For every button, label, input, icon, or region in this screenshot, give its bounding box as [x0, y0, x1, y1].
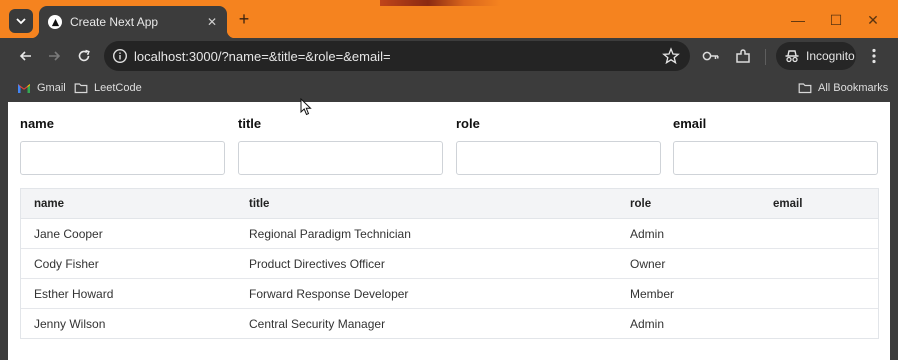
cell-role: Admin	[630, 317, 665, 331]
filter-email: email	[673, 116, 878, 175]
bookmark-label: Gmail	[37, 82, 66, 94]
new-tab-button[interactable]: +	[234, 9, 254, 29]
cell-name: Jenny Wilson	[34, 317, 106, 331]
cell-name: Esther Howard	[34, 287, 114, 301]
chevron-down-icon	[16, 18, 26, 25]
bookmark-leetcode[interactable]: LeetCode	[74, 78, 142, 98]
cell-role: Owner	[630, 257, 666, 271]
mouse-cursor-icon	[300, 98, 312, 116]
url-text: localhost:3000/?name=&title=&role=&email…	[134, 49, 391, 64]
cell-name: Jane Cooper	[34, 227, 103, 241]
tab-strip: Create Next App ✕ + — ☐ ✕	[0, 0, 898, 38]
table-row: Jenny Wilson Central Security Manager Ad…	[21, 309, 878, 339]
column-header-role[interactable]: role	[630, 189, 651, 219]
filter-name-input[interactable]	[20, 141, 225, 175]
active-tab[interactable]: Create Next App ✕	[31, 6, 235, 38]
nextjs-favicon-icon	[48, 15, 62, 29]
folder-icon	[798, 83, 812, 94]
arrow-right-icon	[49, 51, 61, 61]
maximize-button[interactable]: ☐	[826, 10, 846, 30]
tab-title: Create Next App	[70, 15, 159, 29]
incognito-profile-button[interactable]: Incognito	[776, 42, 856, 70]
bookmark-gmail[interactable]: Gmail	[17, 78, 66, 98]
back-button[interactable]	[14, 44, 38, 68]
table-row: Jane Cooper Regional Paradigm Technician…	[21, 219, 878, 249]
password-key-icon[interactable]	[701, 46, 721, 66]
browser-toolbar: localhost:3000/?name=&title=&role=&email…	[0, 38, 898, 74]
column-header-title[interactable]: title	[249, 189, 269, 219]
extensions-puzzle-icon[interactable]	[733, 46, 753, 66]
cell-name: Cody Fisher	[34, 257, 99, 271]
arrow-left-icon	[19, 51, 31, 61]
cell-title: Forward Response Developer	[249, 287, 409, 301]
site-info-button[interactable]	[110, 46, 130, 66]
all-bookmarks-button[interactable]: All Bookmarks	[798, 78, 888, 98]
tab-search-button[interactable]	[9, 9, 33, 33]
cell-role: Member	[630, 287, 675, 301]
bookmark-label: LeetCode	[94, 82, 142, 94]
column-header-email[interactable]: email	[773, 189, 802, 219]
page-content: name title role email name title role em…	[8, 102, 890, 360]
minimize-button[interactable]: —	[788, 10, 808, 30]
incognito-label: Incognito	[806, 49, 855, 63]
filter-role-input[interactable]	[456, 141, 661, 175]
window-frame-left	[0, 102, 8, 360]
window-frame-right	[890, 102, 898, 360]
bookmark-star-icon[interactable]	[662, 47, 680, 65]
filter-email-input[interactable]	[673, 141, 878, 175]
info-icon	[112, 48, 128, 64]
forward-button[interactable]	[42, 44, 66, 68]
tab-close-icon[interactable]: ✕	[203, 15, 221, 29]
cell-title: Central Security Manager	[249, 317, 386, 331]
cell-title: Product Directives Officer	[249, 257, 385, 271]
table-row: Cody Fisher Product Directives Officer O…	[21, 249, 878, 279]
reload-button[interactable]	[72, 44, 96, 68]
filter-title: title	[238, 116, 443, 175]
filter-title-input[interactable]	[238, 141, 443, 175]
kebab-menu-icon[interactable]	[864, 46, 884, 66]
gmail-icon	[18, 84, 30, 93]
incognito-icon	[785, 50, 799, 63]
filter-name: name	[20, 116, 225, 175]
filter-title-label: title	[238, 116, 262, 131]
column-header-name[interactable]: name	[34, 189, 64, 219]
toolbar-separator	[765, 49, 766, 65]
address-bar[interactable]: localhost:3000/?name=&title=&role=&email…	[104, 41, 690, 71]
table-row: Esther Howard Forward Response Developer…	[21, 279, 878, 309]
folder-icon	[74, 83, 88, 94]
filter-role: role	[456, 116, 661, 175]
table-header-row: name title role email	[21, 189, 878, 219]
reload-icon	[78, 49, 90, 62]
filter-role-label: role	[456, 116, 480, 131]
all-bookmarks-label: All Bookmarks	[818, 82, 889, 94]
cell-title: Regional Paradigm Technician	[249, 227, 411, 241]
cell-role: Admin	[630, 227, 665, 241]
filter-email-label: email	[673, 116, 707, 131]
close-window-button[interactable]: ✕	[863, 10, 883, 30]
bookmarks-bar: Gmail LeetCode All Bookmarks	[0, 74, 898, 102]
filter-name-label: name	[20, 116, 54, 131]
users-table: name title role email Jane Cooper Region…	[20, 188, 879, 339]
desktop-wallpaper-strip	[380, 0, 500, 6]
